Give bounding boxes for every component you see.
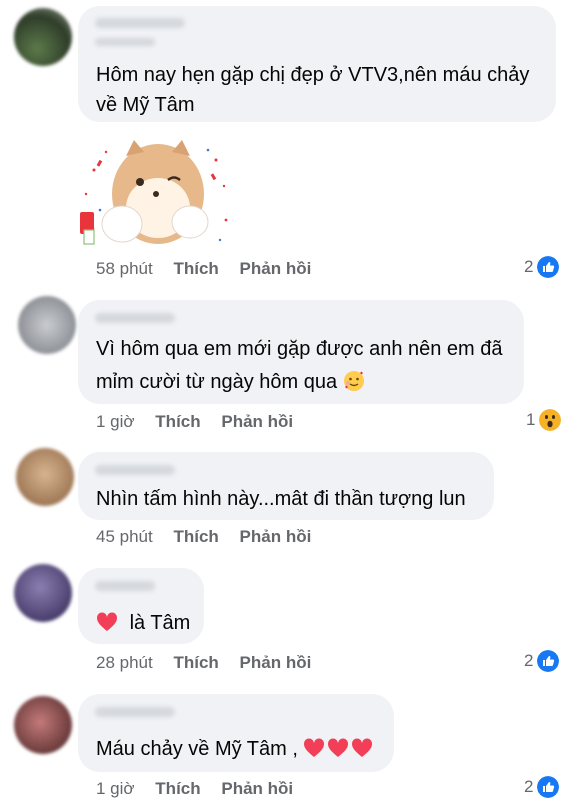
comment-time[interactable]: 45 phút <box>96 527 153 546</box>
reaction-summary[interactable]: 2 <box>524 776 560 798</box>
reply-button[interactable]: Phản hồi <box>221 779 293 798</box>
comment-text: là Tâm <box>96 608 190 638</box>
like-button[interactable]: Thích <box>173 259 218 278</box>
sticker-shiba-image <box>80 140 228 245</box>
reaction-count: 2 <box>524 257 534 276</box>
comment-text-line: về Mỹ Tâm <box>96 94 195 116</box>
author-name[interactable] <box>95 38 155 46</box>
comment-text-line: Hôm nay hẹn gặp chị đẹp ở VTV3,nên máu c… <box>96 64 530 86</box>
red-heart-icon <box>304 738 325 757</box>
comment-text-line: mỉm cười từ ngày hôm qua <box>96 371 338 393</box>
like-icon <box>537 256 560 278</box>
comment-meta: 45 phút Thích Phản hồi <box>96 527 311 547</box>
reaction-summary[interactable]: 1 <box>526 409 562 431</box>
like-icon <box>537 776 560 798</box>
avatar[interactable] <box>14 8 72 66</box>
reaction-count: 2 <box>524 651 534 670</box>
smiling-face-with-hearts-icon <box>343 371 364 391</box>
like-button[interactable]: Thích <box>173 653 218 672</box>
reaction-count: 1 <box>526 410 536 429</box>
comment-text-line: Nhìn tấm hình này...mât đi thần tượng lu… <box>96 488 466 510</box>
reply-button[interactable]: Phản hồi <box>240 653 312 672</box>
red-heart-icon <box>352 738 373 757</box>
avatar[interactable] <box>16 448 74 506</box>
comment-meta: 28 phút Thích Phản hồi <box>96 653 311 673</box>
comment-text-line: là Tâm <box>129 612 191 634</box>
avatar[interactable] <box>14 564 72 622</box>
comment-text-line: Máu chảy về Mỹ Tâm , <box>96 738 298 760</box>
comment-time[interactable]: 1 giờ <box>96 412 135 431</box>
comment-meta: 1 giờ Thích Phản hồi <box>96 412 293 432</box>
reply-button[interactable]: Phản hồi <box>221 412 293 431</box>
wow-icon <box>539 409 562 431</box>
red-heart-icon <box>328 738 349 757</box>
comment-time[interactable]: 1 giờ <box>96 779 135 798</box>
like-icon <box>537 650 560 672</box>
red-heart-icon <box>96 612 118 631</box>
comment-meta: 58 phút Thích Phản hồi <box>96 259 311 279</box>
author-name[interactable] <box>95 313 175 323</box>
comment-text-line: mỉm cười từ ngày hôm qua <box>96 367 365 397</box>
author-name[interactable] <box>95 581 155 591</box>
comment-time[interactable]: 28 phút <box>96 653 153 672</box>
author-name[interactable] <box>95 18 185 28</box>
avatar[interactable] <box>18 296 76 354</box>
comment-text-line: Vì hôm qua em mới gặp được anh nên em đã <box>96 338 503 360</box>
author-name[interactable] <box>95 465 175 475</box>
comment-text: Máu chảy về Mỹ Tâm , <box>96 734 373 764</box>
comment-meta: 1 giờ Thích Phản hồi <box>96 779 293 799</box>
like-button[interactable]: Thích <box>155 412 200 431</box>
reaction-summary[interactable]: 2 <box>524 256 560 278</box>
reaction-count: 2 <box>524 777 534 796</box>
avatar[interactable] <box>14 696 72 754</box>
like-button[interactable]: Thích <box>155 779 200 798</box>
reaction-summary[interactable]: 2 <box>524 650 560 672</box>
reply-button[interactable]: Phản hồi <box>240 527 312 546</box>
comment-time[interactable]: 58 phút <box>96 259 153 278</box>
author-name[interactable] <box>95 707 175 717</box>
reply-button[interactable]: Phản hồi <box>240 259 312 278</box>
like-button[interactable]: Thích <box>173 527 218 546</box>
